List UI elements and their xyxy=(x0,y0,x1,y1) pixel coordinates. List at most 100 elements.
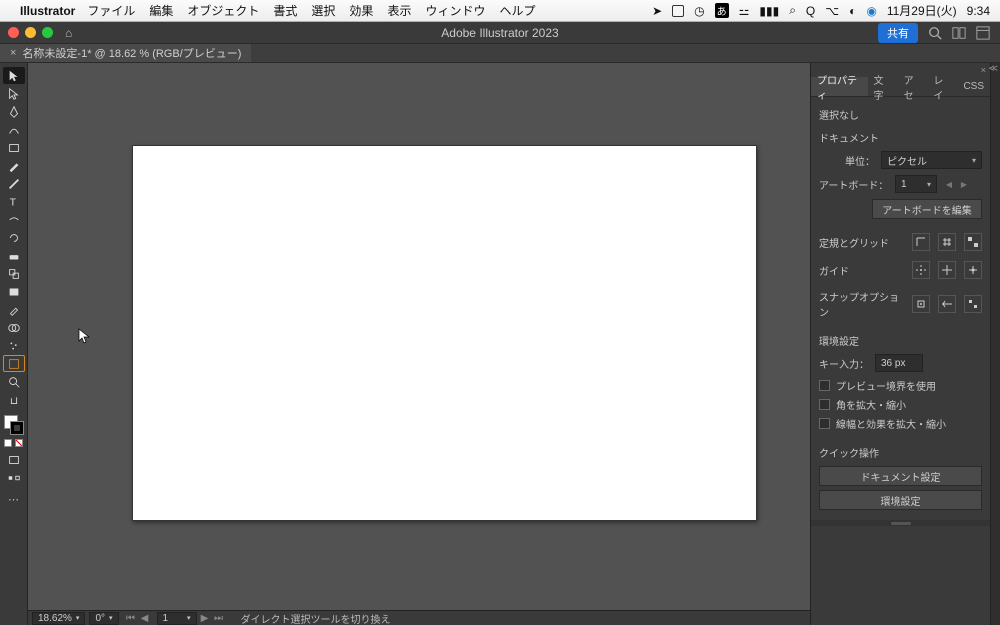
panel-close-icon[interactable]: × xyxy=(981,65,986,75)
battery-icon[interactable]: ▮▮▮ xyxy=(759,4,779,18)
location-icon[interactable]: ➤ xyxy=(652,4,662,18)
scale-tool[interactable] xyxy=(3,265,25,282)
eraser-tool[interactable] xyxy=(3,247,25,264)
curvature-tool[interactable] xyxy=(3,121,25,138)
edit-toolbar-icon[interactable]: ⋯ xyxy=(3,491,25,508)
minimize-window-button[interactable] xyxy=(25,27,36,38)
menu-view[interactable]: 表示 xyxy=(387,2,411,19)
share-button[interactable]: 共有 xyxy=(878,23,918,43)
clock-icon[interactable]: ◷ xyxy=(694,4,704,18)
siri-icon[interactable]: ◉ xyxy=(866,4,876,18)
document-setup-button[interactable]: ドキュメント設定 xyxy=(819,466,982,486)
prev-artboard-button[interactable]: ◀ xyxy=(139,613,151,624)
ruler-corner-icon[interactable] xyxy=(912,233,930,251)
type-tool[interactable]: T xyxy=(3,193,25,210)
arrange-docs-icon[interactable] xyxy=(952,26,966,40)
screen-mode-tool[interactable] xyxy=(3,451,25,468)
snap-pixel-icon[interactable] xyxy=(964,295,982,313)
menu-effect[interactable]: 効果 xyxy=(349,2,373,19)
rotate-tool[interactable] xyxy=(3,229,25,246)
control-toggle-icon[interactable]: ⌥ xyxy=(825,4,839,18)
document-tab[interactable]: × 名称未設定-1* @ 18.62 % (RGB/プレビュー) xyxy=(0,44,251,62)
pencil-tool[interactable] xyxy=(3,175,25,192)
wifi-icon[interactable]: ⌕ xyxy=(789,3,796,18)
direct-selection-tool[interactable] xyxy=(3,85,25,102)
menu-file[interactable]: ファイル xyxy=(87,2,135,19)
gradient-tool[interactable] xyxy=(3,283,25,300)
svg-text:T: T xyxy=(9,196,16,208)
tab-properties[interactable]: プロパティ xyxy=(811,77,868,96)
checkbox-preview-bounds[interactable] xyxy=(819,380,830,391)
snap-point-icon[interactable] xyxy=(912,295,930,313)
close-window-button[interactable] xyxy=(8,27,19,38)
checkbox-scale-corners[interactable] xyxy=(819,399,830,410)
line-tool[interactable] xyxy=(3,211,25,228)
panel-resize-handle[interactable] xyxy=(811,520,990,526)
menu-type[interactable]: 書式 xyxy=(273,2,297,19)
next-artboard-icon[interactable]: ▶ xyxy=(958,176,970,192)
tab-character[interactable]: 文字 xyxy=(868,77,898,96)
menu-help[interactable]: ヘルプ xyxy=(499,2,535,19)
tab-css[interactable]: CSS xyxy=(957,77,990,96)
snap-grid-icon[interactable] xyxy=(938,295,956,313)
dock-expand-icon[interactable]: ≪ xyxy=(989,63,998,74)
fill-stroke-control[interactable] xyxy=(4,415,24,435)
artboard[interactable] xyxy=(132,145,757,521)
control-center-icon[interactable]: ◐ xyxy=(849,4,856,18)
bluetooth-icon[interactable]: ⚍ xyxy=(739,4,750,18)
shape-builder-tool[interactable] xyxy=(3,319,25,336)
edit-artboards-button[interactable]: アートボードを編集 xyxy=(872,199,982,219)
pen-tool[interactable] xyxy=(3,103,25,120)
menu-window[interactable]: ウィンドウ xyxy=(425,2,485,19)
tab-assets[interactable]: アセ xyxy=(898,77,928,96)
transparency-grid-icon[interactable] xyxy=(964,233,982,251)
last-artboard-button[interactable]: ⏭ xyxy=(213,613,225,624)
menu-object[interactable]: オブジェクト xyxy=(187,2,259,19)
zoom-dropdown[interactable]: 18.62%▾ xyxy=(32,612,85,625)
keyinput-field[interactable]: 36 px xyxy=(875,354,923,372)
menu-select[interactable]: 選択 xyxy=(311,2,335,19)
search-doc-icon[interactable] xyxy=(928,26,942,40)
stroke-color-icon[interactable] xyxy=(10,421,24,435)
search-icon[interactable]: Q xyxy=(806,4,815,18)
artboard-dropdown[interactable]: 1▾ xyxy=(895,175,937,193)
menu-edit[interactable]: 編集 xyxy=(149,2,173,19)
hand-tool[interactable] xyxy=(3,391,25,408)
menubar-date[interactable]: 11月29日(火) xyxy=(887,2,957,19)
snap-label: スナップオプション xyxy=(819,289,906,319)
ime-icon[interactable]: あ xyxy=(715,3,729,18)
guide-show-icon[interactable] xyxy=(912,261,930,279)
app-name[interactable]: Illustrator xyxy=(20,4,75,18)
preferences-button[interactable]: 環境設定 xyxy=(819,490,982,510)
menubar-time[interactable]: 9:34 xyxy=(967,4,990,18)
close-tab-icon[interactable]: × xyxy=(10,47,16,59)
home-icon[interactable]: ⌂ xyxy=(65,26,72,40)
grid-icon[interactable] xyxy=(938,233,956,251)
prev-artboard-icon[interactable]: ◀ xyxy=(943,176,955,192)
canvas[interactable]: 18.62%▾ 0°▾ ⏮ ◀ 1▾ ▶ ⏭ ダイレクト選択ツールを切り換え xyxy=(28,63,810,625)
rectangle-tool[interactable] xyxy=(3,139,25,156)
guide-lock-icon[interactable] xyxy=(938,261,956,279)
draw-mode-tool[interactable] xyxy=(3,469,25,486)
chevron-down-icon: ▾ xyxy=(972,156,976,165)
workspace-switcher-icon[interactable] xyxy=(976,26,990,40)
zoom-tool[interactable] xyxy=(3,373,25,390)
symbol-sprayer-tool[interactable] xyxy=(3,337,25,354)
unit-dropdown[interactable]: ピクセル▾ xyxy=(881,151,982,169)
artboard-tool[interactable] xyxy=(3,355,25,372)
default-colors-icon[interactable] xyxy=(4,439,12,447)
none-color-icon[interactable] xyxy=(15,439,23,447)
right-dock[interactable]: ≪ xyxy=(990,63,1000,625)
checkbox-scale-strokes[interactable] xyxy=(819,418,830,429)
zoom-window-button[interactable] xyxy=(42,27,53,38)
paintbrush-tool[interactable] xyxy=(3,157,25,174)
artboard-nav-dropdown[interactable]: 1▾ xyxy=(157,612,197,625)
eyedropper-tool[interactable] xyxy=(3,301,25,318)
rotate-dropdown[interactable]: 0°▾ xyxy=(89,612,118,625)
first-artboard-button[interactable]: ⏮ xyxy=(125,613,137,624)
selection-tool[interactable] xyxy=(3,67,25,84)
smart-guide-icon[interactable] xyxy=(964,261,982,279)
next-artboard-button[interactable]: ▶ xyxy=(199,613,211,624)
status-box-icon[interactable] xyxy=(672,5,684,17)
tab-layers[interactable]: レイ xyxy=(927,77,957,96)
